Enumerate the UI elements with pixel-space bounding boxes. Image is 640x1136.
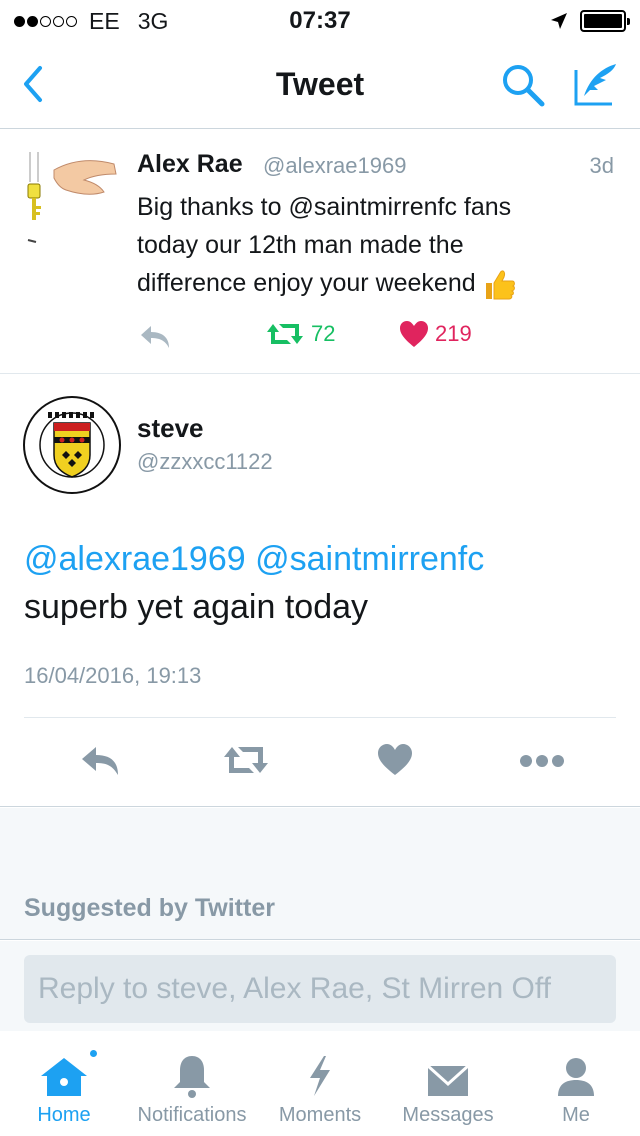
reply-icon[interactable]: [137, 322, 171, 350]
like-count: 219: [435, 321, 472, 346]
suggested-section: Suggested by Twitter: [0, 808, 640, 940]
tab-moments[interactable]: Moments: [270, 1032, 370, 1136]
status-time: 07:37: [289, 7, 351, 34]
tab-label: Home: [37, 1104, 91, 1126]
status-right: [550, 10, 630, 32]
tab-me[interactable]: Me: [526, 1032, 626, 1136]
location-arrow-icon: [551, 13, 567, 29]
author-name[interactable]: steve: [137, 413, 204, 444]
tweet-text: @alexrae1969 @saintmirrenfc superb yet a…: [24, 535, 624, 631]
tweet-text-line-wrap: difference enjoy your weekend: [137, 264, 617, 302]
tweet-timestamp: 3d: [589, 153, 614, 178]
notification-dot: [88, 1048, 99, 1059]
divider: [24, 717, 616, 718]
reply-bar: [0, 941, 640, 1031]
more-options-icon[interactable]: [518, 753, 566, 769]
retweet-button[interactable]: 72: [265, 320, 335, 348]
envelope-icon: [426, 1052, 470, 1098]
avatar[interactable]: [22, 395, 122, 495]
reply-input[interactable]: [24, 955, 616, 1023]
author-handle[interactable]: @alexrae1969: [263, 153, 406, 179]
tweet-text-line: Big thanks to @saintmirrenfc fans: [137, 193, 512, 221]
status-bar: EE 3G 07:37: [0, 0, 640, 40]
mention-link[interactable]: @saintmirrenfc: [255, 540, 484, 578]
quill-compose-icon[interactable]: [572, 60, 620, 108]
retweet-icon[interactable]: [222, 743, 270, 777]
navigation-bar: Tweet: [0, 40, 640, 129]
heart-icon: [400, 321, 428, 347]
heart-icon[interactable]: [377, 743, 413, 777]
tweet-text-line: difference enjoy your weekend: [137, 269, 476, 297]
like-button[interactable]: 219: [399, 320, 472, 348]
author-name[interactable]: Alex Rae: [137, 150, 243, 179]
author-handle[interactable]: @zzxxcc1122: [137, 449, 273, 475]
avatar[interactable]: [22, 152, 122, 252]
search-icon[interactable]: [500, 62, 546, 108]
tab-label: Me: [562, 1104, 590, 1126]
tab-label: Messages: [402, 1104, 494, 1126]
main-tweet: steve @zzxxcc1122 @alexrae1969 @saintmir…: [0, 375, 640, 807]
context-tweet[interactable]: Alex Rae @alexrae1969 3d Big thanks to @…: [0, 130, 640, 374]
person-icon: [556, 1052, 596, 1098]
tab-home[interactable]: Home: [14, 1032, 114, 1136]
tab-bar: Home Notifications Moments Messages Me: [0, 1032, 640, 1136]
home-icon: [39, 1048, 99, 1098]
lightning-icon: [306, 1052, 334, 1098]
tab-messages[interactable]: Messages: [388, 1032, 508, 1136]
reply-icon[interactable]: [78, 743, 120, 777]
retweet-icon: [267, 324, 303, 344]
tweet-actions: 72 219: [137, 320, 537, 352]
tweet-date: 16/04/2016, 19:13: [24, 663, 202, 688]
retweet-count: 72: [311, 321, 336, 346]
tweet-text: Big thanks to @saintmirrenfc fans today …: [137, 188, 617, 302]
section-heading: Suggested by Twitter: [24, 894, 275, 922]
thumbs-up-icon: [485, 270, 515, 300]
battery-icon: [580, 10, 630, 32]
tweet-text-line: today our 12th man made the: [137, 231, 464, 259]
tweet-actions: [0, 743, 640, 783]
tab-label: Notifications: [137, 1104, 247, 1126]
tab-label: Moments: [278, 1104, 362, 1126]
tab-notifications[interactable]: Notifications: [127, 1032, 257, 1136]
bell-icon: [172, 1052, 212, 1098]
tweet-body: superb yet again today: [24, 588, 369, 626]
mention-link[interactable]: @alexrae1969: [24, 540, 246, 578]
